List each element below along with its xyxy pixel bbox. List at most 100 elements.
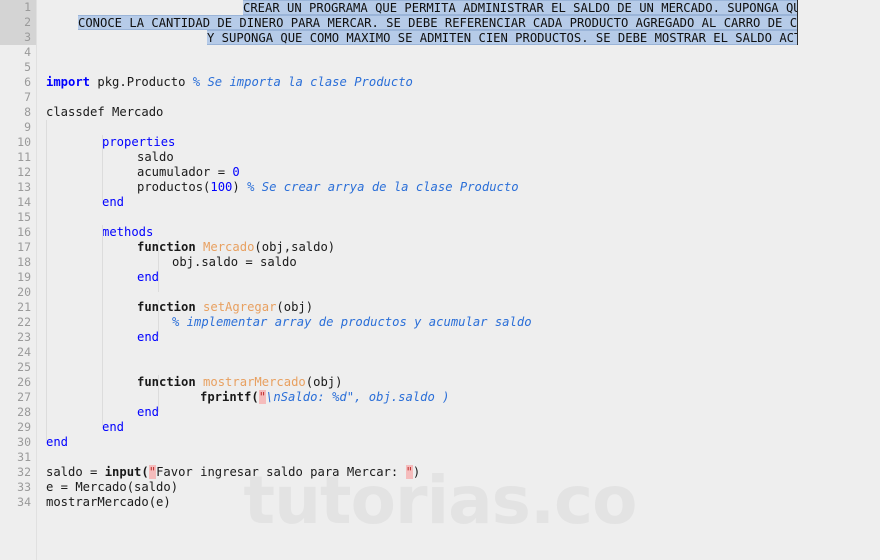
code-line-17[interactable]: function Mercado(obj,saldo) [37,240,335,255]
function-call-input: input [104,465,142,479]
code-line-30[interactable]: end [37,435,68,450]
constructor-call: e = Mercado(saldo) [46,480,179,494]
format-string: \nSaldo: %d", obj.saldo ) [266,390,450,404]
code-line-10[interactable]: properties [37,135,175,150]
line-number: 9 [24,120,31,134]
paren-close: ) [412,465,421,479]
code-line-22[interactable]: % implementar array de productos y acumu… [37,315,532,330]
line-number: 6 [24,75,31,89]
code-line-19[interactable]: end [37,270,159,285]
unmatched-quote-marker: " [405,465,413,479]
code-line-12[interactable]: acumulador = 0 [37,165,240,180]
selected-text-2: CONOCE LA CANTIDAD DE DINERO PARA MERCAR… [78,16,797,30]
line-number-gutter: 1 2 3 4 5 6 7 8 9 10 11 12 13 14 15 16 1… [0,0,37,560]
comment: % implementar array de productos y acumu… [172,315,532,329]
paren-close: ) [232,180,248,194]
keyword-import: import [46,75,91,89]
selected-text-3: Y SUPONGA QUE COMO MAXIMO SE ADMITEN CIE… [207,31,797,45]
indent-guide [158,375,159,412]
unmatched-quote-marker: " [148,465,157,479]
keyword-end: end [137,270,160,284]
line-number: 12 [17,165,31,179]
prompt-string: Favor ingresar saldo para Mercar: [156,465,406,479]
code-line-27[interactable]: fprintf("\nSaldo: %d", obj.saldo ) [37,390,449,405]
keyword-end: end [137,405,160,419]
line-number: 10 [17,135,31,149]
code-line-13[interactable]: productos(100) % Se crear arrya de la cl… [37,180,519,195]
gutter-divider [36,0,37,560]
line-number: 19 [17,270,31,284]
line-number: 14 [17,195,31,209]
code-editor[interactable]: tutorias.co 1 2 3 4 5 6 7 8 9 10 11 12 1… [0,0,880,560]
code-line-23[interactable]: end [37,330,159,345]
code-line-32[interactable]: saldo = input("Favor ingresar saldo para… [37,465,420,480]
line-number: 11 [17,150,31,164]
function-name-setagregar: setAgregar [203,300,277,314]
selected-line-3[interactable]: Y SUPONGA QUE COMO MAXIMO SE ADMITEN CIE… [207,30,797,45]
function-args: (obj,saldo) [254,240,336,254]
function-call-fprintf: fprintf( [200,390,259,404]
line-number: 23 [17,330,31,344]
keyword-properties: properties [102,135,176,149]
line-number: 27 [17,390,31,404]
line-number: 32 [17,465,31,479]
numeric-literal: 0 [232,165,240,179]
keyword-function: function [137,240,204,254]
line-number: 1 [24,0,31,14]
code-line-26[interactable]: function mostrarMercado(obj) [37,375,342,390]
import-target: pkg.Producto [90,75,193,89]
code-line-34[interactable]: mostrarMercado(e) [37,495,171,510]
indent-guide [46,120,47,442]
line-number: 16 [17,225,31,239]
indent-guide [102,225,103,427]
line-number: 2 [24,15,31,29]
line-number: 28 [17,405,31,419]
comment: % Se crear arrya de la clase Producto [247,180,519,194]
paren-open: ( [141,465,149,479]
keyword-function: function [137,375,204,389]
keyword-function: function [137,300,204,314]
line-number: 7 [24,90,31,104]
numeric-literal: 100 [210,180,233,194]
text-caret [797,0,798,45]
line-number: 29 [17,420,31,434]
line-number: 30 [17,435,31,449]
line-number: 20 [17,285,31,299]
function-args: (obj) [276,300,314,314]
function-args: (obj) [305,375,343,389]
indent-guide [102,135,103,202]
selected-line-2[interactable]: CONOCE LA CANTIDAD DE DINERO PARA MERCAR… [78,15,797,30]
keyword-end: end [46,435,69,449]
property-saldo: saldo [137,150,174,164]
code-line-28[interactable]: end [37,405,159,420]
line-number: 8 [24,105,31,119]
code-line-14[interactable]: end [37,195,124,210]
code-line-16[interactable]: methods [37,225,153,240]
code-line-21[interactable]: function setAgregar(obj) [37,300,313,315]
line-number: 25 [17,360,31,374]
line-number: 13 [17,180,31,194]
comment: % Se importa la clase Producto [192,75,413,89]
keyword-end: end [102,195,125,209]
line-number: 3 [24,30,31,44]
line-number: 15 [17,210,31,224]
property-acumulador: acumulador = [137,165,233,179]
code-line-6[interactable]: import pkg.Producto % Se importa la clas… [37,75,413,90]
keyword-methods: methods [102,225,154,239]
line-number: 21 [17,300,31,314]
keyword-end: end [102,420,125,434]
code-line-8[interactable]: classdef Mercado [37,105,163,120]
keyword-end: end [137,330,160,344]
line-number: 5 [24,60,31,74]
line-number: 31 [17,450,31,464]
code-text-area[interactable]: import pkg.Producto % Se importa la clas… [37,0,880,560]
selected-text-1: CREAR UN PROGRAMA QUE PERMITA ADMINISTRA… [243,1,797,15]
line-number: 26 [17,375,31,389]
code-line-18[interactable]: obj.saldo = saldo [37,255,297,270]
code-line-33[interactable]: e = Mercado(saldo) [37,480,178,495]
code-line-11[interactable]: saldo [37,150,174,165]
selected-line-1[interactable]: CREAR UN PROGRAMA QUE PERMITA ADMINISTRA… [243,0,797,15]
assignment-statement: obj.saldo = saldo [172,255,297,269]
unmatched-quote-marker: " [258,390,267,404]
code-line-29[interactable]: end [37,420,124,435]
